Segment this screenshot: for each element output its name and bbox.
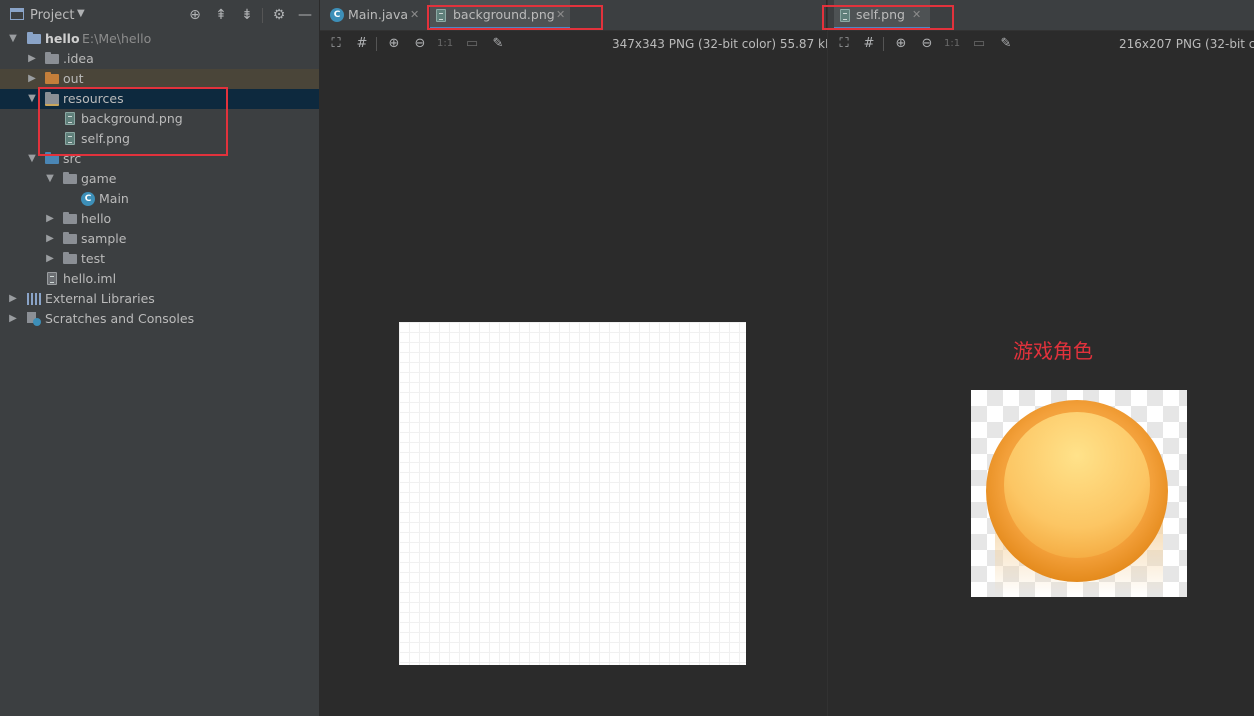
chevron-right-icon[interactable]: ▶: [7, 309, 19, 329]
tree-item-label: sample: [81, 231, 127, 246]
chevron-right-icon[interactable]: ▶: [7, 289, 19, 309]
tree-item-label: hello.iml: [63, 271, 117, 286]
library-icon: [27, 293, 41, 305]
background-image-preview: [399, 322, 746, 665]
actual-size-button[interactable]: 1:1: [944, 36, 960, 52]
fit-window-icon[interactable]: ▭: [464, 36, 480, 52]
chevron-right-icon[interactable]: ▶: [26, 49, 38, 69]
tree-item-label: Main: [99, 191, 129, 206]
fit-window-icon[interactable]: ▭: [971, 36, 987, 52]
project-header: Project ▼ ⊕ ⇞ ⇟ ⚙ —: [0, 0, 319, 30]
image-info: 216x207 PNG (32-bit c: [1119, 37, 1254, 51]
folder-icon: [45, 52, 59, 64]
tab-label: Main.java: [348, 7, 409, 22]
tree-item-main[interactable]: C Main: [0, 189, 319, 209]
project-tool-window: Project ▼ ⊕ ⇞ ⇟ ⚙ — ▼ hello E:\Me\hello …: [0, 0, 320, 716]
header-divider: [262, 8, 263, 23]
tree-item-hello-iml[interactable]: hello.iml: [0, 269, 319, 289]
tree-item-label: test: [81, 251, 106, 266]
tree-item-test[interactable]: ▶ test: [0, 249, 319, 269]
package-folder-icon: [63, 212, 77, 224]
tree-item-label: .idea: [63, 51, 94, 66]
tree-item-path: E:\Me\hello: [82, 31, 152, 46]
grid-icon[interactable]: #: [354, 36, 370, 52]
project-view-selector[interactable]: Project: [30, 8, 74, 23]
chevron-right-icon[interactable]: ▶: [44, 249, 56, 269]
java-class-icon: C: [81, 192, 95, 206]
tree-item-scratches[interactable]: ▶ Scratches and Consoles: [0, 309, 319, 329]
color-picker-icon[interactable]: ✎: [490, 36, 506, 52]
toolbar-divider: [883, 37, 884, 51]
gear-icon[interactable]: ⚙: [271, 7, 287, 23]
tree-item-out[interactable]: ▶ out: [0, 69, 319, 89]
annotation-label: 游戏角色: [1013, 339, 1093, 363]
chevron-right-icon[interactable]: ▶: [44, 209, 56, 229]
chevron-down-icon[interactable]: ▼: [26, 89, 38, 109]
project-window-icon: [10, 8, 24, 20]
tree-item-label: hello: [81, 211, 112, 226]
chevron-down-icon[interactable]: ▼: [7, 29, 19, 49]
excluded-folder-icon: [45, 72, 59, 84]
module-folder-icon: [27, 32, 41, 44]
self-tab-highlight-box: [822, 5, 954, 30]
chevron-right-icon[interactable]: ▶: [26, 69, 38, 89]
chevron-down-icon[interactable]: ▼: [77, 8, 85, 19]
actual-size-button[interactable]: 1:1: [437, 36, 453, 52]
color-picker-icon[interactable]: ✎: [998, 36, 1014, 52]
tree-item-label: hello: [45, 31, 80, 46]
package-folder-icon: [63, 172, 77, 184]
module-file-icon: [47, 272, 57, 285]
zoom-to-fit-icon[interactable]: ⛶: [328, 36, 344, 52]
package-folder-icon: [63, 252, 77, 264]
tab-main-java[interactable]: C Main.java ✕: [328, 0, 424, 30]
java-class-icon: C: [330, 8, 344, 22]
scratches-icon: [27, 312, 41, 326]
expand-all-icon[interactable]: ⇞: [213, 7, 229, 23]
toolbar-divider: [376, 37, 377, 51]
tree-item-label: game: [81, 171, 117, 186]
tree-item-idea[interactable]: ▶ .idea: [0, 49, 319, 69]
zoom-to-fit-icon[interactable]: ⛶: [836, 36, 852, 52]
zoom-in-icon[interactable]: ⊕: [386, 36, 402, 52]
locate-icon[interactable]: ⊕: [187, 7, 203, 23]
zoom-in-icon[interactable]: ⊕: [893, 36, 909, 52]
close-icon[interactable]: ✕: [410, 0, 419, 30]
minimize-icon[interactable]: —: [297, 7, 313, 23]
zoom-out-icon[interactable]: ⊖: [919, 36, 935, 52]
tree-item-label: External Libraries: [45, 291, 155, 306]
package-folder-icon: [63, 232, 77, 244]
chevron-down-icon[interactable]: ▼: [26, 149, 38, 169]
tree-item-external-libraries[interactable]: ▶ External Libraries: [0, 289, 319, 309]
editor-pane-left: C Main.java ✕ background.png ✕ ⛶ # ⊕ ⊖ 1…: [320, 0, 833, 716]
orange-ball-sprite: [986, 400, 1168, 597]
background-tab-highlight-box: [427, 5, 603, 30]
chevron-right-icon[interactable]: ▶: [44, 229, 56, 249]
grid-icon[interactable]: #: [861, 36, 877, 52]
self-image-preview: [971, 390, 1187, 597]
editor-pane-right: self.png ✕ ⛶ # ⊕ ⊖ 1:1 ▭ ✎ 216x207 PNG (…: [822, 0, 1254, 716]
chevron-down-icon[interactable]: ▼: [44, 169, 56, 189]
tree-item-label: out: [63, 71, 84, 86]
zoom-out-icon[interactable]: ⊖: [412, 36, 428, 52]
tree-item-label: Scratches and Consoles: [45, 311, 195, 326]
tree-item-game[interactable]: ▼ game: [0, 169, 319, 189]
collapse-all-icon[interactable]: ⇟: [239, 7, 255, 23]
image-info: 347x343 PNG (32-bit color) 55.87 kB: [612, 37, 834, 51]
tree-item-hello-root[interactable]: ▼ hello E:\Me\hello: [0, 29, 319, 49]
tree-item-hello-package[interactable]: ▶ hello: [0, 209, 319, 229]
resources-highlight-box: [38, 87, 228, 156]
tree-item-sample[interactable]: ▶ sample: [0, 229, 319, 249]
